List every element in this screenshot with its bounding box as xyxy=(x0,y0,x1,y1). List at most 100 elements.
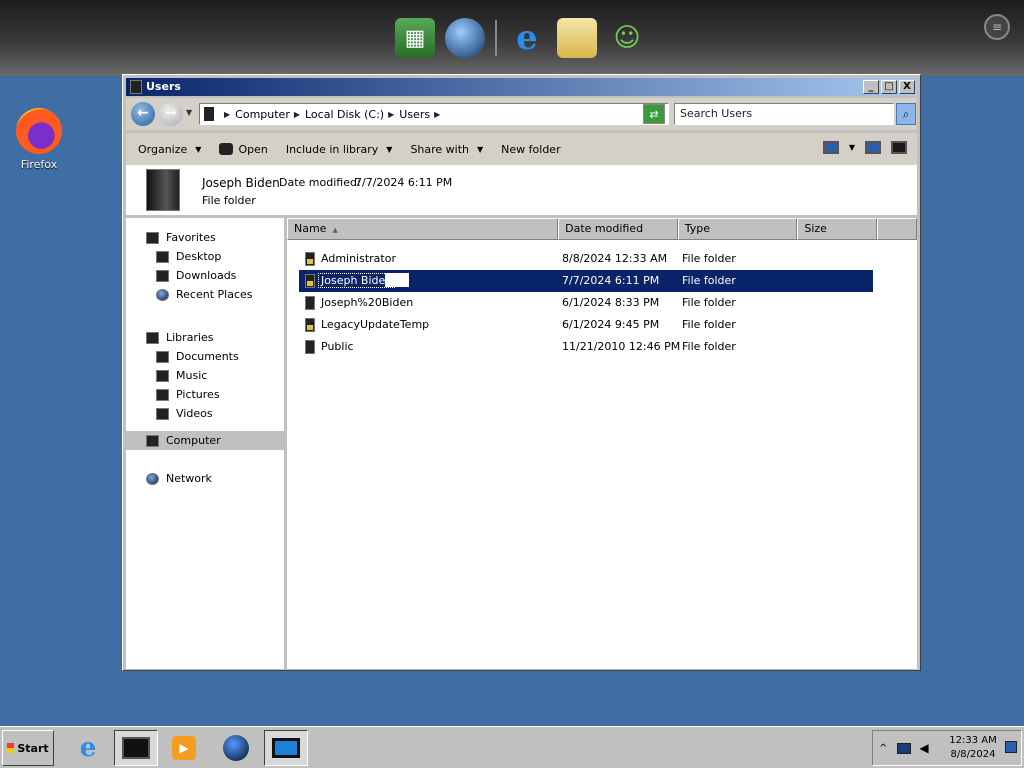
file-type: File folder xyxy=(682,274,736,287)
file-name: Public xyxy=(321,340,354,353)
minimize-button[interactable]: _ xyxy=(863,80,879,94)
window-title: Users xyxy=(146,80,181,93)
file-type: File folder xyxy=(682,252,736,265)
windows-flag-icon xyxy=(7,743,15,753)
file-date: 6/1/2024 8:33 PM xyxy=(562,296,660,309)
breadcrumb-local-disk[interactable]: Local Disk (C:) xyxy=(305,108,384,121)
help-icon[interactable] xyxy=(891,141,907,154)
column-header-filler xyxy=(877,218,917,240)
search-icon[interactable]: ⌕ xyxy=(896,103,916,125)
organize-button[interactable]: Organize ▼ xyxy=(138,143,201,156)
desktop-icon-label: Firefox xyxy=(20,158,58,171)
file-row[interactable]: Joseph%20Biden 6/1/2024 8:33 PM File fol… xyxy=(299,292,873,314)
computer-icon xyxy=(204,107,214,121)
file-list-pane: Name ▲ Date modified Type Size Administra… xyxy=(287,218,917,669)
network-tray-icon[interactable] xyxy=(897,742,912,754)
organize-label: Organize xyxy=(138,142,188,156)
nav-recent-places[interactable]: Recent Places xyxy=(126,285,284,304)
dock-menu-icon[interactable]: ≡ xyxy=(984,14,1010,40)
music-icon xyxy=(156,369,169,382)
share-with-button[interactable]: Share with ▼ xyxy=(410,143,483,156)
nav-libraries[interactable]: Libraries xyxy=(126,328,284,347)
globe-download-icon[interactable] xyxy=(445,18,485,58)
history-dropdown-icon[interactable]: ▼ xyxy=(186,108,192,117)
nav-videos[interactable]: Videos xyxy=(126,404,284,423)
search-input[interactable]: Search Users xyxy=(674,103,894,125)
rename-edit-box[interactable] xyxy=(385,273,409,287)
clock-date: 8/8/2024 xyxy=(950,749,996,760)
nav-computer[interactable]: Computer xyxy=(126,431,284,450)
folder-locked-icon xyxy=(305,318,315,332)
notification-icon[interactable] xyxy=(1005,741,1017,753)
details-modified-value: 7/7/2024 6:11 PM xyxy=(355,176,453,189)
change-view-icon[interactable] xyxy=(822,141,839,154)
taskbar-globe[interactable] xyxy=(214,730,258,766)
include-in-library-button[interactable]: Include in library ▼ xyxy=(286,143,393,156)
folder-icon xyxy=(305,340,315,354)
title-bar[interactable]: Users _ □ X xyxy=(126,78,917,96)
rename-input[interactable]: Joseph Biden xyxy=(317,273,396,288)
close-button[interactable]: X xyxy=(899,80,915,94)
back-button[interactable]: ← xyxy=(131,102,155,126)
clock[interactable]: 12:33 AM 8/8/2024 xyxy=(947,734,999,762)
nav-music[interactable]: Music xyxy=(126,366,284,385)
chevron-right-icon[interactable]: ▶ xyxy=(388,110,394,119)
people-icon[interactable]: ☺ xyxy=(607,18,647,58)
details-type: File folder xyxy=(202,194,256,207)
start-button[interactable]: Start xyxy=(2,730,54,766)
nav-downloads[interactable]: Downloads xyxy=(126,266,284,285)
computer-icon xyxy=(146,434,159,447)
globe-icon xyxy=(223,735,249,761)
view-dropdown-icon[interactable]: ▼ xyxy=(849,143,855,152)
chevron-right-icon[interactable]: ▶ xyxy=(294,110,300,119)
screen-icon xyxy=(272,738,300,758)
taskbar-window[interactable] xyxy=(264,730,308,766)
open-button[interactable]: Open xyxy=(219,142,268,156)
chevron-down-icon: ▼ xyxy=(477,144,484,154)
nav-favorites[interactable]: Favorites xyxy=(126,228,284,247)
taskbar-internet-explorer[interactable]: e xyxy=(66,730,110,766)
spreadsheet-icon[interactable]: ▦ xyxy=(395,18,435,58)
file-row-selected[interactable]: Joseph Biden 7/7/2024 6:11 PM File folde… xyxy=(299,270,873,292)
maximize-button[interactable]: □ xyxy=(881,80,897,94)
volume-icon[interactable]: ◀ xyxy=(919,741,928,755)
column-header-type[interactable]: Type xyxy=(677,218,798,240)
chevron-right-icon[interactable]: ▶ xyxy=(434,110,440,119)
nav-pictures[interactable]: Pictures xyxy=(126,385,284,404)
mail-icon[interactable] xyxy=(557,18,597,58)
preview-pane-icon[interactable] xyxy=(865,141,881,154)
breadcrumb-computer[interactable]: Computer xyxy=(235,108,290,121)
top-dock-bar: ▦ e ☺ ≡ xyxy=(0,0,1024,76)
address-bar[interactable]: ▶ Computer ▶ Local Disk (C:) ▶ Users ▶ ▼ xyxy=(199,103,669,125)
nav-documents[interactable]: Documents xyxy=(126,347,284,366)
column-header-date[interactable]: Date modified xyxy=(558,218,678,240)
internet-explorer-icon[interactable]: e xyxy=(507,18,547,58)
share-label: Share with xyxy=(410,142,470,156)
chevron-right-icon[interactable]: ▶ xyxy=(224,110,230,119)
nav-label: Music xyxy=(176,369,208,382)
new-folder-button[interactable]: New folder xyxy=(501,143,560,156)
libraries-icon xyxy=(146,331,159,344)
refresh-button[interactable]: ⇄ xyxy=(643,104,665,124)
column-header-size[interactable]: Size xyxy=(797,218,878,240)
breadcrumb-users[interactable]: Users xyxy=(399,108,430,121)
file-type: File folder xyxy=(682,296,736,309)
file-row[interactable]: LegacyUpdateTemp 6/1/2024 9:45 PM File f… xyxy=(299,314,873,336)
taskbar-explorer[interactable] xyxy=(114,730,158,766)
open-label: Open xyxy=(238,142,268,156)
taskbar-media-player[interactable]: ▶ xyxy=(162,730,206,766)
open-icon xyxy=(219,143,234,155)
nav-network[interactable]: Network xyxy=(126,469,284,488)
column-header-name[interactable]: Name ▲ xyxy=(287,218,559,240)
nav-label: Libraries xyxy=(166,331,214,344)
forward-button[interactable]: → xyxy=(159,102,183,126)
file-type: File folder xyxy=(682,318,736,331)
chevron-down-icon: ▼ xyxy=(195,144,202,154)
chevron-up-icon[interactable]: ^ xyxy=(879,743,887,754)
file-row[interactable]: Public 11/21/2010 12:46 PM File folder xyxy=(299,336,873,358)
desktop-icon xyxy=(156,250,169,263)
file-row[interactable]: Administrator 8/8/2024 12:33 AM File fol… xyxy=(299,248,873,270)
nav-desktop[interactable]: Desktop xyxy=(126,247,284,266)
file-name: LegacyUpdateTemp xyxy=(321,318,430,331)
desktop-icon-firefox[interactable]: Firefox xyxy=(14,108,64,171)
